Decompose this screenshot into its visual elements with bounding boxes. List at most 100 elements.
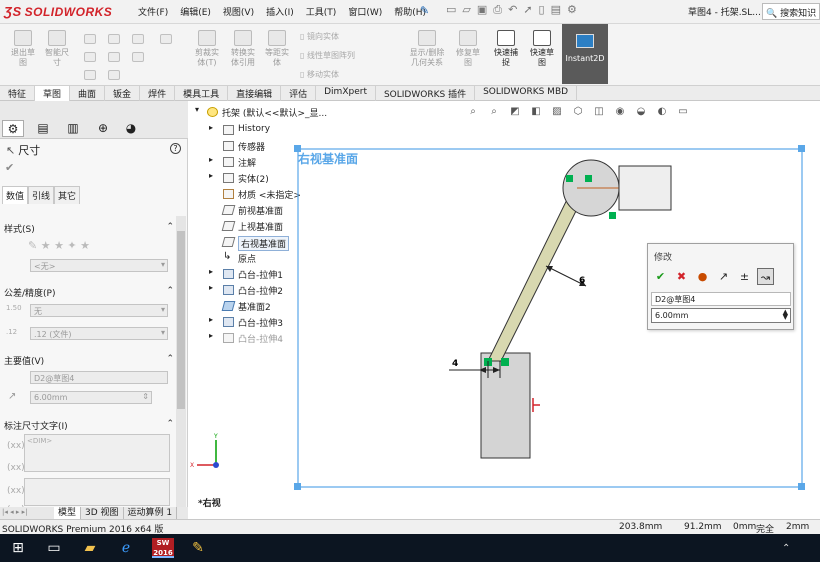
dynamic-annotation-icon[interactable]: ▨	[549, 106, 565, 117]
undo-icon[interactable]: ↶	[508, 3, 517, 17]
instant2d-button[interactable]: Instant2D	[562, 24, 608, 84]
apply-scene-icon[interactable]: ◐	[654, 106, 670, 117]
tab-mold-tools[interactable]: 模具工具	[175, 86, 229, 101]
edit-appearance-icon[interactable]: ◒	[633, 106, 649, 117]
text-icon[interactable]	[160, 34, 172, 44]
pin-icon[interactable]: ✎	[420, 4, 429, 17]
zoom-to-fit-icon[interactable]: ⌕	[465, 106, 481, 117]
menu-tools[interactable]: 工具(T)	[300, 5, 343, 18]
rectangle-icon[interactable]	[84, 52, 96, 62]
ok-icon[interactable]: ✔	[652, 268, 669, 285]
tab-features[interactable]: 特征	[0, 86, 36, 101]
new-icon[interactable]: ▭	[446, 3, 456, 17]
search-input[interactable]: 🔍 搜索知识	[762, 3, 820, 20]
tab-motion-study[interactable]: 运动算例 1	[124, 507, 178, 519]
notification-tray-icon[interactable]: ⌃	[782, 543, 790, 554]
chevron-up-icon[interactable]: ⌃	[166, 354, 174, 364]
edge-browser-icon[interactable]: ℯ	[116, 538, 136, 558]
tab-sheet-metal[interactable]: 钣金	[105, 86, 141, 101]
chevron-right-icon[interactable]: ▸	[209, 283, 213, 292]
repair-sketch-button[interactable]: 修复草 图	[452, 30, 484, 68]
file-props-icon[interactable]: ▤	[551, 3, 561, 17]
point-icon[interactable]	[108, 70, 120, 80]
print-icon[interactable]: ⎙	[493, 3, 502, 17]
solidworks-taskbar-icon[interactable]: SW 2016	[152, 538, 174, 558]
spline-icon[interactable]	[132, 34, 144, 44]
tolerance-group-header[interactable]: 公差/精度(P) ⌃	[4, 286, 174, 299]
increment-icon[interactable]: ±	[736, 268, 753, 285]
dimension-value-input[interactable]: 6.00mm ▲ ▼	[651, 308, 791, 323]
tab-sketch[interactable]: 草图	[35, 86, 71, 101]
circle-icon[interactable]	[108, 34, 120, 44]
fillet-icon[interactable]	[84, 70, 96, 80]
tab-weldments[interactable]: 焊件	[140, 86, 176, 101]
help-icon[interactable]: ?	[170, 143, 181, 154]
primary-value-group-header[interactable]: 主要值(V) ⌃	[4, 354, 174, 367]
menu-file[interactable]: 文件(F)	[132, 5, 174, 18]
reverse-dimension-icon[interactable]: ↗	[715, 268, 732, 285]
tab-evaluate[interactable]: 评估	[281, 86, 317, 101]
trim-entities-button[interactable]: 剪裁实 体(T)	[188, 30, 226, 68]
display-relations-button[interactable]: 显示/删除 几何关系	[404, 30, 450, 68]
panel-scroll-thumb[interactable]	[177, 231, 185, 409]
slot-icon[interactable]	[108, 52, 120, 62]
select-icon[interactable]: ➚	[523, 3, 532, 17]
solidworks-logo[interactable]: ƷS SOLIDWORKS	[4, 4, 112, 19]
view-settings-icon[interactable]: ▭	[675, 106, 691, 117]
chevron-up-icon[interactable]: ⌃	[166, 419, 174, 429]
polygon-icon[interactable]	[132, 52, 144, 62]
chevron-right-icon[interactable]: ▸	[209, 267, 213, 276]
tab-scroll-arrows-icon[interactable]: |◂ ◂ ▸ ▸|	[2, 508, 27, 516]
open-icon[interactable]: ▱	[462, 3, 470, 17]
quick-snaps-button[interactable]: 快速捕 捉	[490, 30, 522, 68]
tab-leaders[interactable]: 引线	[28, 186, 55, 204]
zoom-area-icon[interactable]: ⌕	[486, 106, 502, 117]
chevron-up-icon[interactable]: ⌃	[166, 222, 174, 232]
property-manager-tab-icon[interactable]: ▤	[32, 120, 54, 137]
tab-addins[interactable]: SOLIDWORKS 插件	[376, 86, 476, 101]
tab-other[interactable]: 其它	[54, 186, 81, 204]
chevron-up-icon[interactable]: ⌃	[166, 286, 174, 296]
view-orientation-icon[interactable]: ⬡	[570, 106, 586, 117]
linear-pattern-button[interactable]: ▯ 线性草图阵列	[300, 50, 355, 61]
previous-view-icon[interactable]: ◩	[507, 106, 523, 117]
dim-text-group-header[interactable]: 标注尺寸文字(I) ⌃	[4, 419, 174, 432]
tab-direct-editing[interactable]: 直接编辑	[228, 86, 282, 101]
convert-entities-button[interactable]: 转换实 体引用	[224, 30, 262, 68]
file-explorer-icon[interactable]: ▰	[80, 538, 100, 558]
display-style-icon[interactable]: ◫	[591, 106, 607, 117]
menu-edit[interactable]: 编辑(E)	[174, 5, 217, 18]
mirror-entities-button[interactable]: ▯ 镜向实体	[300, 31, 339, 42]
ok-check-icon[interactable]: ✔	[5, 161, 14, 174]
feature-manager-tab-icon[interactable]: ⚙	[2, 120, 24, 137]
menu-insert[interactable]: 插入(I)	[260, 5, 300, 18]
chevron-right-icon[interactable]: ▸	[209, 123, 213, 132]
tab-dimxpert[interactable]: DimXpert	[316, 86, 376, 101]
configuration-manager-tab-icon[interactable]: ▥	[62, 120, 84, 137]
dimension-name-field[interactable]: D2@草图4	[651, 292, 791, 306]
tab-3d-views[interactable]: 3D 视图	[81, 507, 124, 519]
move-entities-button[interactable]: ▯ 移动实体	[300, 69, 339, 80]
display-manager-tab-icon[interactable]: ◕	[120, 120, 142, 137]
rebuild-icon[interactable]: ▯	[539, 3, 545, 17]
chevron-right-icon[interactable]: ▸	[209, 315, 213, 324]
chevron-right-icon[interactable]: ▸	[209, 155, 213, 164]
smart-dimension-button[interactable]: 智能尺 寸	[40, 30, 74, 68]
mark-for-drawing-icon[interactable]: ↝	[757, 268, 774, 285]
save-icon[interactable]: ▣	[477, 3, 487, 17]
chevron-right-icon[interactable]: ▸	[209, 171, 213, 180]
rapid-sketch-button[interactable]: 快速草 图	[526, 30, 558, 68]
cancel-icon[interactable]: ✖	[673, 268, 690, 285]
hide-show-icon[interactable]: ◉	[612, 106, 628, 117]
windows-start-icon[interactable]: ⊞	[8, 538, 28, 558]
task-view-icon[interactable]: ▭	[44, 538, 64, 558]
exit-sketch-button[interactable]: 退出草 图	[6, 30, 40, 68]
section-view-icon[interactable]: ◧	[528, 106, 544, 117]
line-icon[interactable]	[84, 34, 96, 44]
menu-view[interactable]: 视图(V)	[217, 5, 260, 18]
spin-arrows-icon[interactable]: ▲ ▼	[783, 309, 788, 321]
chevron-right-icon[interactable]: ▸	[209, 331, 213, 340]
tab-value[interactable]: 数值	[2, 186, 29, 204]
menu-window[interactable]: 窗口(W)	[342, 5, 388, 18]
rebuild-icon[interactable]: ●	[694, 268, 711, 285]
